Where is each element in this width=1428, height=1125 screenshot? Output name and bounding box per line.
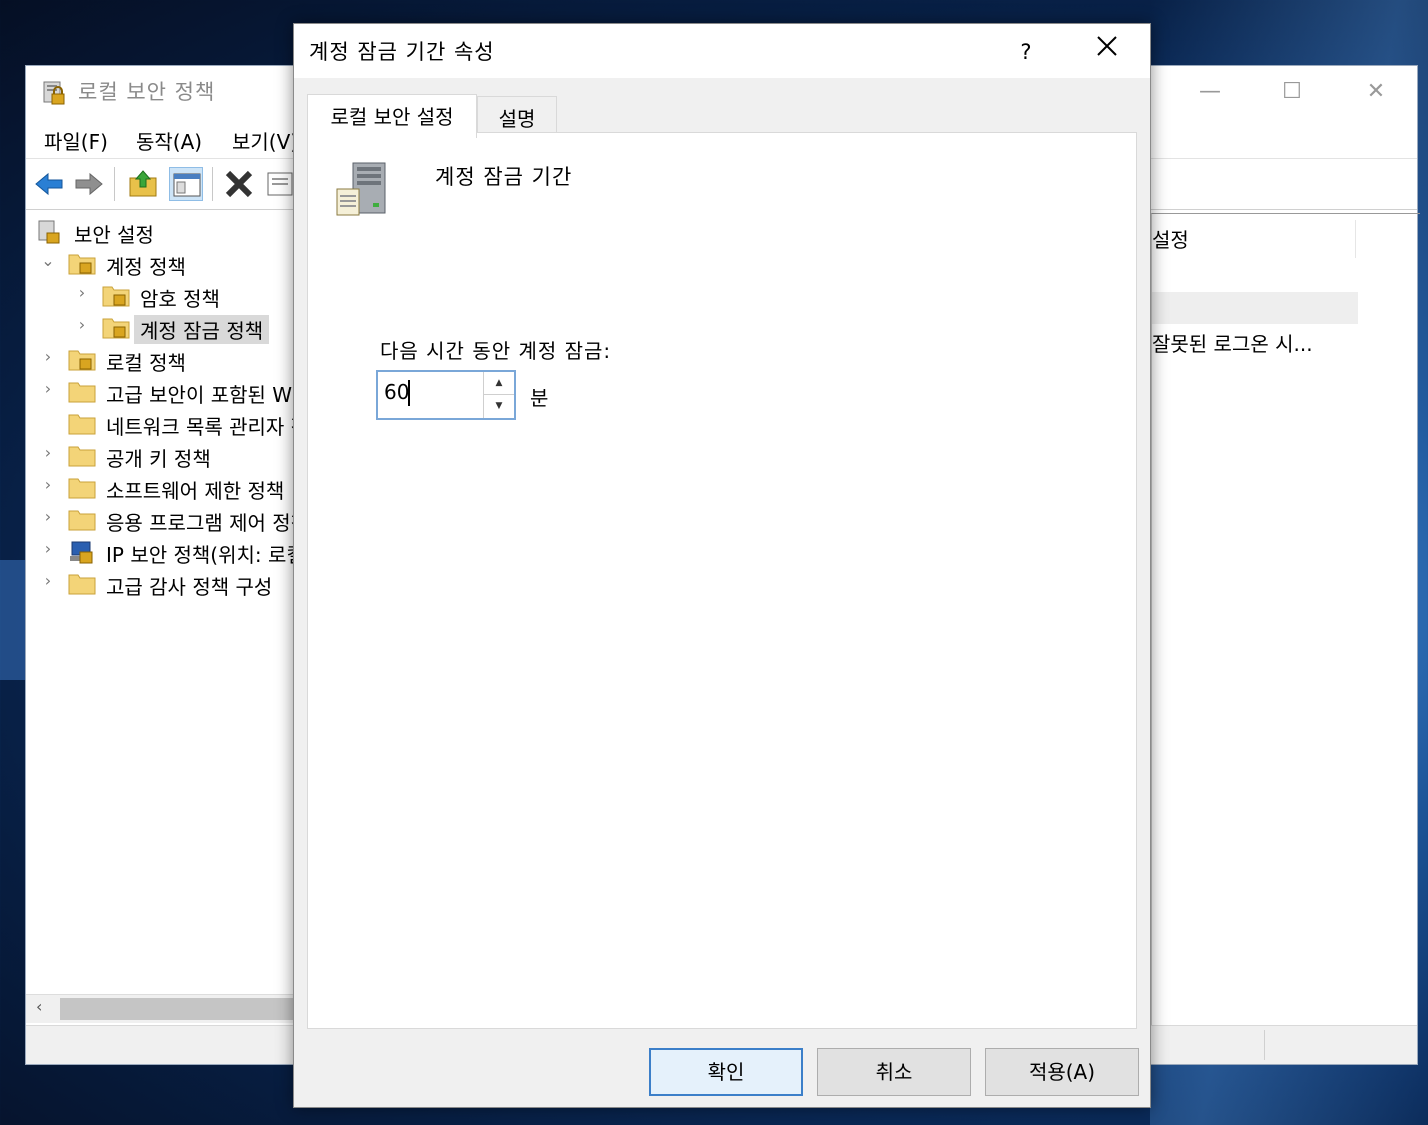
scroll-left-arrow-icon[interactable]: ‹ [36, 997, 42, 1016]
tab-panel: 계정 잠금 기간 다음 시간 동안 계정 잠금: 60 ▲ ▼ 분 [307, 132, 1137, 1029]
minimize-button[interactable]: — [1180, 74, 1240, 110]
back-arrow-icon[interactable] [32, 167, 66, 201]
list-row-highlight[interactable] [1152, 292, 1358, 324]
tab-local-security-setting[interactable]: 로컬 보안 설정 [307, 94, 477, 138]
policy-list-pane: 설정 잘못된 로그온 시... [1151, 213, 1420, 1026]
up-folder-icon[interactable] [126, 167, 160, 201]
toolbar-separator [114, 167, 115, 201]
column-divider [1355, 220, 1356, 258]
folder-icon [68, 411, 96, 435]
apply-button[interactable]: 적용(A) [985, 1048, 1139, 1096]
cancel-button[interactable]: 취소 [817, 1048, 971, 1096]
menu-file[interactable]: 파일(F) [44, 126, 108, 155]
scrollbar-thumb[interactable] [60, 998, 294, 1020]
help-button[interactable]: ? [1004, 32, 1048, 72]
spin-up-button[interactable]: ▲ [484, 372, 514, 395]
security-policy-icon [42, 80, 66, 106]
menu-action[interactable]: 동작(A) [136, 126, 202, 155]
close-icon [1097, 36, 1117, 56]
navigation-tree: 보안 설정 ⌄ 계정 정책 › 암호 정책 › 계정 잠금 정책 › 로컬 정책… [26, 213, 294, 993]
delete-x-icon[interactable] [222, 167, 256, 201]
policy-name: 계정 잠금 기간 [435, 165, 573, 189]
status-divider [1264, 1030, 1265, 1060]
menu-view[interactable]: 보기(V) [232, 126, 298, 155]
locked-folder-icon [102, 315, 130, 339]
properties-dialog: 계정 잠금 기간 속성 ? 로컬 보안 설정 설명 계정 잠금 기간 다음 시간… [293, 23, 1151, 1108]
dialog-title: 계정 잠금 기간 속성 [309, 40, 495, 64]
security-settings-icon [36, 219, 64, 244]
tab-explain[interactable]: 설명 [477, 96, 557, 136]
close-main-button[interactable]: ✕ [1346, 74, 1406, 110]
forward-arrow-icon[interactable] [72, 167, 106, 201]
main-window-title: 로컬 보안 정책 [78, 80, 216, 104]
folder-icon [68, 379, 96, 403]
locked-folder-icon [102, 283, 130, 307]
spin-down-button[interactable]: ▼ [484, 395, 514, 417]
show-hide-tree-icon[interactable] [169, 167, 203, 201]
server-policy-icon [335, 159, 393, 219]
ok-button[interactable]: 확인 [649, 1048, 803, 1096]
text-caret [408, 380, 410, 406]
spin-buttons: ▲ ▼ [483, 372, 514, 418]
lockout-duration-label: 다음 시간 동안 계정 잠금: [380, 339, 612, 363]
ip-security-icon [68, 539, 96, 564]
tree-horizontal-scrollbar[interactable]: ‹ [26, 994, 294, 1023]
lockout-duration-input[interactable]: 60 [384, 380, 409, 404]
lockout-duration-spinbox[interactable]: 60 ▲ ▼ [376, 370, 516, 420]
list-item-setting[interactable]: 잘못된 로그온 시... [1152, 328, 1313, 357]
dialog-title-bar: 계정 잠금 기간 속성 ? [294, 24, 1150, 78]
folder-icon [68, 475, 96, 499]
folder-icon [68, 443, 96, 467]
column-header-setting[interactable]: 설정 [1152, 224, 1189, 253]
unit-label: 분 [530, 386, 549, 410]
locked-folder-icon [68, 347, 96, 371]
folder-icon [68, 507, 96, 531]
folder-icon [68, 571, 96, 595]
locked-folder-icon [68, 251, 96, 275]
dialog-close-button[interactable] [1079, 32, 1135, 72]
toolbar-separator [212, 167, 213, 201]
maximize-button[interactable]: ☐ [1262, 74, 1322, 110]
